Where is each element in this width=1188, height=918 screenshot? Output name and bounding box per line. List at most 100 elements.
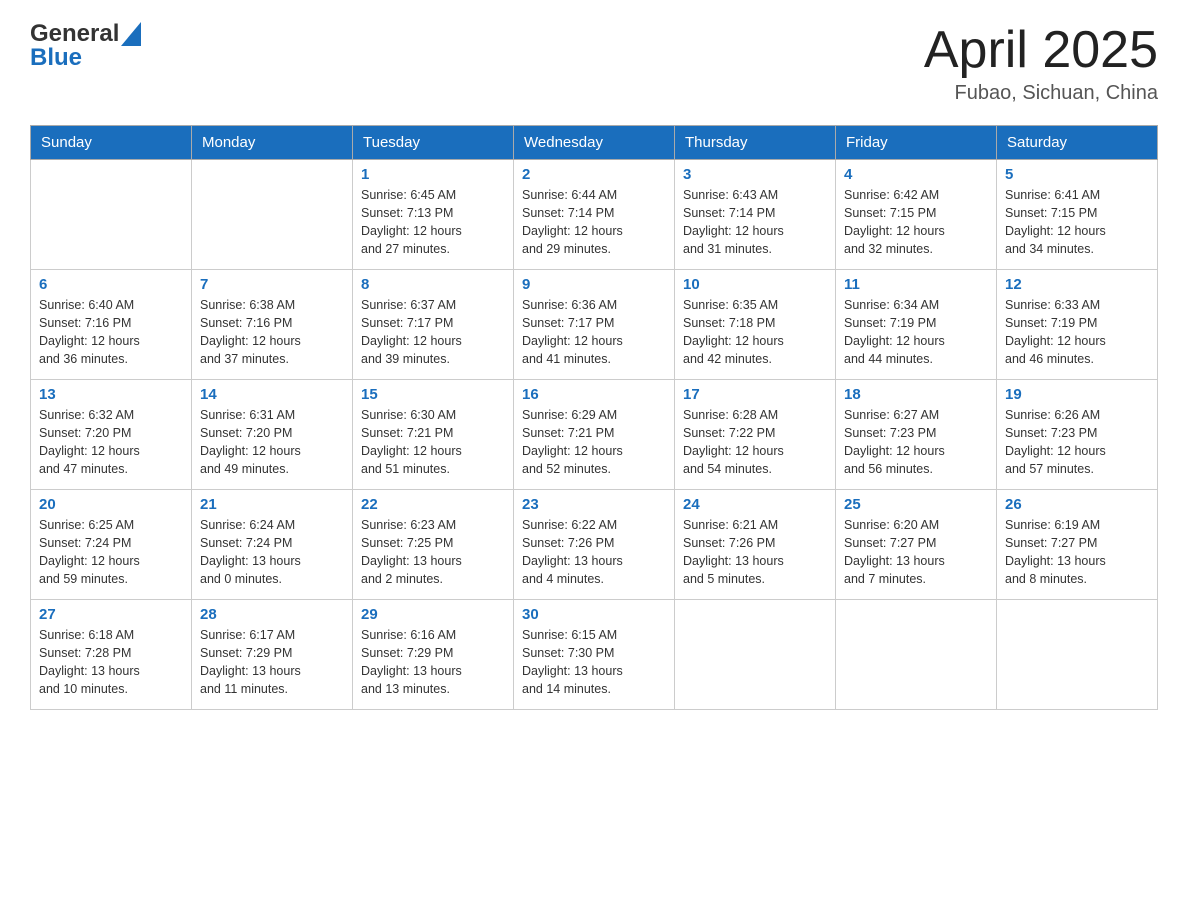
- calendar-cell: 4 Sunrise: 6:42 AM Sunset: 7:15 PM Daylig…: [836, 160, 997, 270]
- calendar-week-row: 13 Sunrise: 6:32 AM Sunset: 7:20 PM Dayli…: [31, 380, 1158, 490]
- calendar-cell: 28 Sunrise: 6:17 AM Sunset: 7:29 PM Dayli…: [192, 600, 353, 710]
- calendar-week-row: 6Sunrise: 6:40 AM Sunset: 7:16 PM Daylig…: [31, 270, 1158, 380]
- calendar-cell: 24 Sunrise: 6:21 AM Sunset: 7:26 PM Dayli…: [675, 490, 836, 600]
- calendar-header-row: SundayMondayTuesdayWednesdayThursdayFrid…: [31, 126, 1158, 160]
- day-number: 14: [200, 386, 344, 403]
- day-number: 18: [844, 386, 988, 403]
- day-number: 13: [39, 386, 183, 403]
- calendar-cell: 21 Sunrise: 6:24 AM Sunset: 7:24 PM Dayli…: [192, 490, 353, 600]
- day-number: 7: [200, 276, 344, 293]
- day-info: Sunrise: 6:31 AM Sunset: 7:20 PM Dayligh…: [200, 406, 344, 479]
- day-number: 29: [361, 606, 505, 623]
- day-info: Sunrise: 6:35 AM Sunset: 7:18 PM Dayligh…: [683, 296, 827, 369]
- day-info: Sunrise: 6:38 AM Sunset: 7:16 PM Dayligh…: [200, 296, 344, 369]
- day-number: 23: [522, 496, 666, 513]
- calendar-cell: 2 Sunrise: 6:44 AM Sunset: 7:14 PM Daylig…: [514, 160, 675, 270]
- calendar-cell: 11 Sunrise: 6:34 AM Sunset: 7:19 PM Dayli…: [836, 270, 997, 380]
- day-info: Sunrise: 6:29 AM Sunset: 7:21 PM Dayligh…: [522, 406, 666, 479]
- day-info: Sunrise: 6:25 AM Sunset: 7:24 PM Dayligh…: [39, 516, 183, 589]
- day-number: 15: [361, 386, 505, 403]
- calendar-cell: 25 Sunrise: 6:20 AM Sunset: 7:27 PM Dayli…: [836, 490, 997, 600]
- title-area: April 2025 Fubao, Sichuan, China: [924, 20, 1158, 105]
- calendar-cell: 3 Sunrise: 6:43 AM Sunset: 7:14 PM Daylig…: [675, 160, 836, 270]
- day-info: Sunrise: 6:24 AM Sunset: 7:24 PM Dayligh…: [200, 516, 344, 589]
- day-number: 22: [361, 496, 505, 513]
- calendar-cell: 15Sunrise: 6:30 AM Sunset: 7:21 PM Dayli…: [353, 380, 514, 490]
- day-number: 3: [683, 166, 827, 183]
- day-number: 2: [522, 166, 666, 183]
- calendar-cell: 7 Sunrise: 6:38 AM Sunset: 7:16 PM Daylig…: [192, 270, 353, 380]
- calendar-cell: 23 Sunrise: 6:22 AM Sunset: 7:26 PM Dayli…: [514, 490, 675, 600]
- day-info: Sunrise: 6:26 AM Sunset: 7:23 PM Dayligh…: [1005, 406, 1149, 479]
- calendar-cell: [997, 600, 1158, 710]
- day-info: Sunrise: 6:45 AM Sunset: 7:13 PM Dayligh…: [361, 186, 505, 259]
- calendar-cell: 6Sunrise: 6:40 AM Sunset: 7:16 PM Daylig…: [31, 270, 192, 380]
- day-info: Sunrise: 6:32 AM Sunset: 7:20 PM Dayligh…: [39, 406, 183, 479]
- calendar-header-friday: Friday: [836, 126, 997, 160]
- calendar-cell: 1 Sunrise: 6:45 AM Sunset: 7:13 PM Daylig…: [353, 160, 514, 270]
- logo-triangle-icon: [121, 22, 141, 46]
- day-info: Sunrise: 6:16 AM Sunset: 7:29 PM Dayligh…: [361, 626, 505, 699]
- calendar-header-sunday: Sunday: [31, 126, 192, 160]
- location-title: Fubao, Sichuan, China: [924, 82, 1158, 105]
- day-info: Sunrise: 6:41 AM Sunset: 7:15 PM Dayligh…: [1005, 186, 1149, 259]
- calendar-cell: 12Sunrise: 6:33 AM Sunset: 7:19 PM Dayli…: [997, 270, 1158, 380]
- calendar-header-monday: Monday: [192, 126, 353, 160]
- day-number: 1: [361, 166, 505, 183]
- day-number: 19: [1005, 386, 1149, 403]
- day-number: 6: [39, 276, 183, 293]
- calendar-cell: 9 Sunrise: 6:36 AM Sunset: 7:17 PM Daylig…: [514, 270, 675, 380]
- calendar-cell: 20 Sunrise: 6:25 AM Sunset: 7:24 PM Dayli…: [31, 490, 192, 600]
- calendar-cell: [675, 600, 836, 710]
- day-number: 24: [683, 496, 827, 513]
- page-header: General Blue April 2025 Fubao, Sichuan, …: [30, 20, 1158, 105]
- day-info: Sunrise: 6:34 AM Sunset: 7:19 PM Dayligh…: [844, 296, 988, 369]
- calendar-cell: 26 Sunrise: 6:19 AM Sunset: 7:27 PM Dayli…: [997, 490, 1158, 600]
- day-info: Sunrise: 6:22 AM Sunset: 7:26 PM Dayligh…: [522, 516, 666, 589]
- calendar-cell: 10 Sunrise: 6:35 AM Sunset: 7:18 PM Dayli…: [675, 270, 836, 380]
- day-info: Sunrise: 6:44 AM Sunset: 7:14 PM Dayligh…: [522, 186, 666, 259]
- calendar-week-row: 1 Sunrise: 6:45 AM Sunset: 7:13 PM Daylig…: [31, 160, 1158, 270]
- calendar-cell: 19 Sunrise: 6:26 AM Sunset: 7:23 PM Dayli…: [997, 380, 1158, 490]
- day-number: 27: [39, 606, 183, 623]
- day-number: 5: [1005, 166, 1149, 183]
- calendar-header-tuesday: Tuesday: [353, 126, 514, 160]
- day-number: 4: [844, 166, 988, 183]
- calendar-cell: 14 Sunrise: 6:31 AM Sunset: 7:20 PM Dayli…: [192, 380, 353, 490]
- day-info: Sunrise: 6:20 AM Sunset: 7:27 PM Dayligh…: [844, 516, 988, 589]
- day-number: 11: [844, 276, 988, 293]
- calendar-week-row: 27Sunrise: 6:18 AM Sunset: 7:28 PM Dayli…: [31, 600, 1158, 710]
- day-info: Sunrise: 6:23 AM Sunset: 7:25 PM Dayligh…: [361, 516, 505, 589]
- day-info: Sunrise: 6:43 AM Sunset: 7:14 PM Dayligh…: [683, 186, 827, 259]
- day-number: 28: [200, 606, 344, 623]
- calendar-header-saturday: Saturday: [997, 126, 1158, 160]
- calendar-cell: [31, 160, 192, 270]
- logo-blue-text: Blue: [30, 44, 143, 72]
- day-number: 26: [1005, 496, 1149, 513]
- day-number: 8: [361, 276, 505, 293]
- day-info: Sunrise: 6:21 AM Sunset: 7:26 PM Dayligh…: [683, 516, 827, 589]
- calendar-cell: 22 Sunrise: 6:23 AM Sunset: 7:25 PM Dayli…: [353, 490, 514, 600]
- calendar-cell: [192, 160, 353, 270]
- calendar-cell: 8 Sunrise: 6:37 AM Sunset: 7:17 PM Daylig…: [353, 270, 514, 380]
- calendar-cell: 16Sunrise: 6:29 AM Sunset: 7:21 PM Dayli…: [514, 380, 675, 490]
- month-title: April 2025: [924, 20, 1158, 80]
- calendar-cell: 17Sunrise: 6:28 AM Sunset: 7:22 PM Dayli…: [675, 380, 836, 490]
- calendar-cell: 13 Sunrise: 6:32 AM Sunset: 7:20 PM Dayli…: [31, 380, 192, 490]
- day-info: Sunrise: 6:33 AM Sunset: 7:19 PM Dayligh…: [1005, 296, 1149, 369]
- day-info: Sunrise: 6:19 AM Sunset: 7:27 PM Dayligh…: [1005, 516, 1149, 589]
- day-number: 21: [200, 496, 344, 513]
- calendar-cell: 27Sunrise: 6:18 AM Sunset: 7:28 PM Dayli…: [31, 600, 192, 710]
- day-info: Sunrise: 6:42 AM Sunset: 7:15 PM Dayligh…: [844, 186, 988, 259]
- day-info: Sunrise: 6:37 AM Sunset: 7:17 PM Dayligh…: [361, 296, 505, 369]
- day-info: Sunrise: 6:28 AM Sunset: 7:22 PM Dayligh…: [683, 406, 827, 479]
- day-number: 25: [844, 496, 988, 513]
- day-number: 9: [522, 276, 666, 293]
- day-info: Sunrise: 6:36 AM Sunset: 7:17 PM Dayligh…: [522, 296, 666, 369]
- calendar-header-thursday: Thursday: [675, 126, 836, 160]
- day-number: 10: [683, 276, 827, 293]
- calendar-table: SundayMondayTuesdayWednesdayThursdayFrid…: [30, 125, 1158, 710]
- day-info: Sunrise: 6:17 AM Sunset: 7:29 PM Dayligh…: [200, 626, 344, 699]
- day-number: 20: [39, 496, 183, 513]
- calendar-week-row: 20 Sunrise: 6:25 AM Sunset: 7:24 PM Dayli…: [31, 490, 1158, 600]
